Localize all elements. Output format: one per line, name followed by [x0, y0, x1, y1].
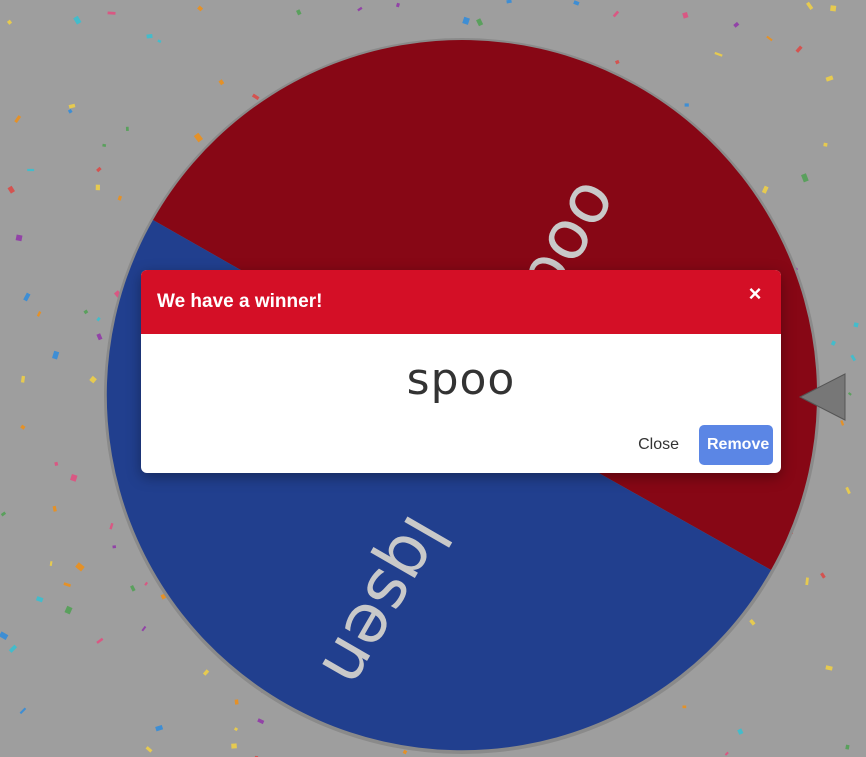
confetti-piece	[96, 316, 101, 322]
confetti-piece	[823, 142, 828, 147]
confetti-piece	[20, 375, 26, 383]
confetti-piece	[7, 185, 15, 194]
confetti-piece	[68, 103, 76, 109]
confetti-piece	[830, 340, 837, 346]
confetti-piece	[141, 625, 147, 632]
confetti-piece	[70, 474, 78, 482]
confetti-piece	[840, 420, 845, 426]
confetti-piece	[805, 577, 809, 586]
confetti-piece	[144, 581, 149, 586]
confetti-piece	[251, 93, 260, 101]
confetti-piece	[83, 309, 89, 315]
confetti-piece	[63, 582, 72, 588]
confetti-piece	[825, 75, 834, 82]
confetti-piece	[395, 2, 400, 8]
confetti-piece	[682, 705, 687, 709]
confetti-piece	[801, 173, 809, 183]
confetti-piece	[109, 522, 114, 530]
confetti-piece	[14, 115, 22, 124]
confetti-piece	[6, 19, 13, 25]
confetti-piece	[155, 724, 164, 732]
confetti-piece	[714, 51, 723, 57]
confetti-piece	[112, 545, 117, 549]
confetti-piece	[0, 631, 9, 640]
confetti-piece	[0, 511, 7, 517]
winner-dialog: We have a winner! × spoo Close Remove	[141, 270, 781, 473]
confetti-piece	[145, 746, 153, 753]
confetti-piece	[749, 618, 756, 626]
confetti-piece	[36, 311, 42, 317]
confetti-piece	[402, 749, 408, 755]
confetti-piece	[52, 350, 60, 360]
confetti-piece	[724, 751, 729, 756]
confetti-piece	[15, 234, 23, 242]
confetti-piece	[573, 0, 580, 6]
confetti-piece	[193, 132, 203, 143]
confetti-piece	[806, 1, 814, 11]
confetti-piece	[52, 505, 57, 512]
confetti-piece	[96, 637, 104, 644]
confetti-piece	[218, 79, 225, 86]
confetti-piece	[462, 16, 470, 25]
confetti-piece	[733, 21, 740, 28]
confetti-piece	[737, 728, 744, 735]
confetti-piece	[847, 392, 852, 396]
confetti-piece	[117, 195, 123, 201]
close-icon[interactable]: ×	[745, 282, 765, 306]
confetti-piece	[8, 644, 18, 653]
confetti-piece	[296, 9, 302, 16]
confetti-piece	[27, 168, 35, 172]
confetti-piece	[612, 10, 620, 18]
confetti-piece	[146, 34, 153, 39]
confetti-piece	[845, 744, 850, 750]
confetti-piece	[845, 486, 851, 495]
confetti-piece	[95, 184, 101, 191]
confetti-piece	[157, 39, 162, 43]
confetti-piece	[476, 18, 484, 27]
confetti-piece	[506, 0, 512, 4]
confetti-piece	[853, 322, 859, 328]
confetti-piece	[96, 333, 103, 341]
confetti-piece	[830, 5, 837, 12]
confetti-piece	[102, 143, 107, 147]
confetti-piece	[825, 665, 833, 671]
confetti-piece	[231, 743, 237, 749]
dialog-title: We have a winner!	[157, 291, 323, 312]
confetti-piece	[35, 596, 44, 603]
confetti-piece	[19, 707, 27, 715]
remove-button[interactable]: Remove	[699, 425, 773, 465]
confetti-piece	[64, 605, 73, 615]
confetti-piece	[20, 424, 26, 430]
confetti-piece	[75, 562, 85, 572]
confetti-piece	[130, 585, 136, 592]
confetti-piece	[197, 5, 204, 12]
confetti-piece	[67, 108, 73, 114]
confetti-piece	[54, 461, 59, 466]
confetti-piece	[96, 166, 102, 173]
confetti-piece	[795, 45, 803, 53]
winner-name: spoo	[406, 354, 516, 405]
confetti-piece	[761, 185, 769, 194]
confetti-piece	[850, 354, 857, 362]
confetti-piece	[684, 103, 689, 107]
confetti-piece	[125, 126, 129, 132]
confetti-piece	[614, 59, 620, 65]
dialog-footer: Close Remove	[626, 425, 773, 465]
confetti-piece	[49, 561, 53, 567]
dialog-header: We have a winner! ×	[141, 270, 781, 334]
confetti-piece	[233, 727, 239, 732]
confetti-piece	[234, 699, 239, 705]
confetti-piece	[107, 11, 116, 15]
confetti-piece	[357, 6, 363, 12]
confetti-piece	[23, 292, 31, 302]
confetti-piece	[257, 718, 265, 725]
confetti-piece	[682, 11, 689, 19]
confetti-piece	[89, 375, 97, 384]
confetti-piece	[73, 15, 82, 25]
confetti-piece	[202, 669, 210, 676]
confetti-piece	[766, 35, 773, 42]
close-button[interactable]: Close	[626, 425, 691, 465]
confetti-piece	[820, 572, 826, 579]
